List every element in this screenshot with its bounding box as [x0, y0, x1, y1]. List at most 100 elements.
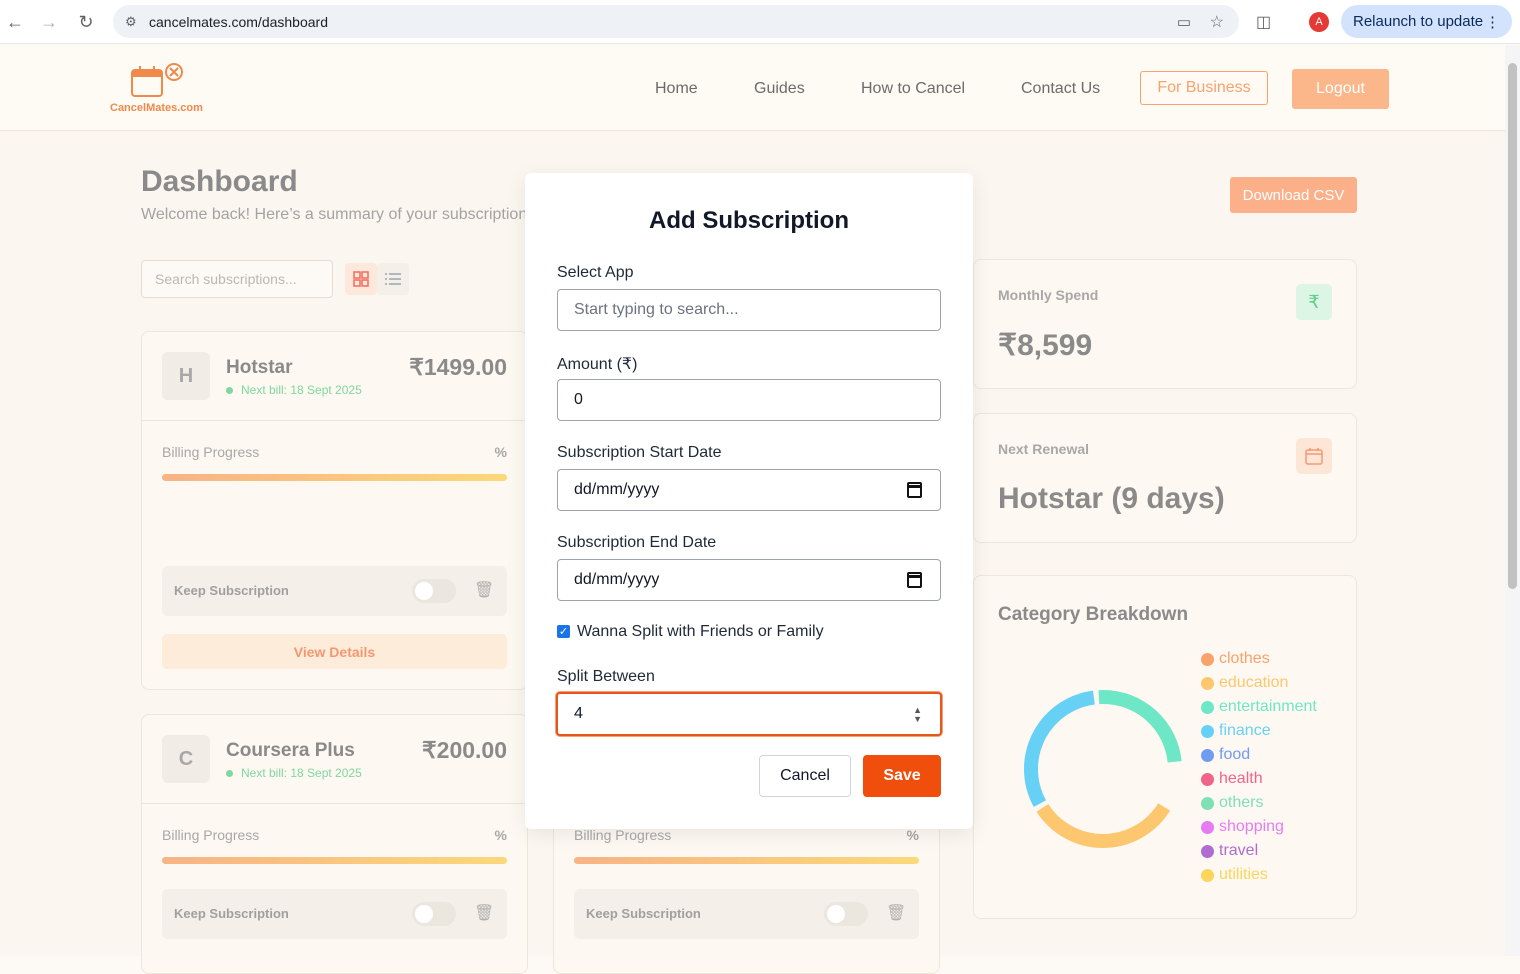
amount-input[interactable]: 0: [557, 379, 941, 421]
billing-progress-bar: [162, 474, 507, 481]
keep-subscription-toggle[interactable]: [824, 902, 868, 926]
bookmark-star-icon[interactable]: ☆: [1210, 12, 1224, 32]
number-spinner-icon[interactable]: ▲ ▼: [913, 706, 922, 724]
legend-label: education: [1219, 674, 1289, 691]
keep-subscription-toggle[interactable]: [412, 579, 456, 603]
back-icon[interactable]: ←: [0, 7, 30, 37]
billing-progress-label: Billing Progress: [162, 827, 260, 843]
nav-contact-us[interactable]: Contact Us: [1021, 80, 1100, 98]
end-date-label: Subscription End Date: [557, 534, 717, 551]
rupee-icon: ₹: [1296, 284, 1332, 320]
legend-item-food[interactable]: food: [1201, 746, 1250, 764]
modal-title: Add Subscription: [649, 207, 849, 234]
divider: [142, 803, 527, 804]
legend-item-shopping[interactable]: shopping: [1201, 818, 1284, 836]
relaunch-label: Relaunch to update: [1353, 13, 1484, 30]
keep-subscription-label: Keep Subscription: [586, 906, 701, 921]
relaunch-button[interactable]: Relaunch to update ⋮: [1341, 5, 1512, 38]
next-bill: Next bill: 18 Sept 2025: [226, 383, 362, 397]
save-button[interactable]: Save: [863, 755, 941, 797]
calendar-picker-icon[interactable]: [907, 572, 922, 588]
legend-label: entertainment: [1219, 698, 1317, 715]
billing-progress-percent: %: [906, 827, 919, 843]
end-date-input[interactable]: dd/mm/yyyy: [557, 559, 941, 601]
select-app-input[interactable]: Start typing to search...: [557, 289, 941, 331]
list-view-icon[interactable]: [377, 263, 409, 295]
install-icon[interactable]: ▭: [1177, 13, 1191, 31]
start-date-input[interactable]: dd/mm/yyyy: [557, 469, 941, 511]
legend-dot: [1201, 868, 1214, 882]
legend-dot: [1201, 748, 1214, 762]
legend-item-entertainment[interactable]: entertainment: [1201, 698, 1317, 716]
nav-how-to-cancel[interactable]: How to Cancel: [861, 80, 965, 98]
forward-icon[interactable]: →: [34, 7, 64, 37]
nav-guides[interactable]: Guides: [754, 80, 805, 98]
subscription-avatar: H: [162, 352, 210, 400]
view-details-button[interactable]: View Details: [162, 634, 507, 669]
legend-item-travel[interactable]: travel: [1201, 842, 1258, 860]
grid-view-icon[interactable]: [345, 263, 377, 295]
page-scrollbar[interactable]: [1505, 45, 1520, 956]
next-renewal-label: Next Renewal: [998, 441, 1090, 457]
logo-text[interactable]: CancelMates.com: [110, 102, 203, 114]
subscription-price: ₹200.00: [422, 737, 507, 763]
legend-label: travel: [1219, 842, 1259, 859]
logout-button[interactable]: Logout: [1292, 69, 1389, 109]
kebab-menu-icon: ⋮: [1485, 13, 1500, 31]
subscription-name: Hotstar: [226, 357, 293, 378]
logo-calendar-icon[interactable]: [130, 62, 188, 100]
legend-dot: [1201, 676, 1214, 690]
select-app-label: Select App: [557, 264, 634, 281]
trash-icon[interactable]: 🗑: [474, 903, 494, 923]
legend-label: shopping: [1219, 818, 1284, 835]
page-title: Dashboard: [141, 165, 298, 198]
extensions-icon[interactable]: ◫: [1256, 12, 1271, 32]
status-dot: [226, 386, 233, 394]
legend-item-health[interactable]: health: [1201, 770, 1263, 788]
category-breakdown-card: Category Breakdown: [973, 575, 1357, 919]
legend-label: finance: [1219, 722, 1271, 739]
subscription-price: ₹1499.00: [409, 354, 507, 380]
legend-label: food: [1219, 746, 1251, 763]
next-renewal-value: Hotstar (9 days): [998, 482, 1225, 515]
category-breakdown-title: Category Breakdown: [998, 604, 1189, 625]
keep-subscription-toggle[interactable]: [412, 902, 456, 926]
split-checkbox[interactable]: ✓: [557, 625, 570, 638]
scroll-thumb[interactable]: [1508, 63, 1517, 589]
end-date-value: dd/mm/yyyy: [574, 571, 660, 588]
legend-item-education[interactable]: education: [1201, 674, 1288, 692]
trash-icon[interactable]: 🗑: [886, 903, 906, 923]
legend-dot: [1201, 772, 1214, 786]
split-between-value: 4: [574, 705, 583, 722]
start-date-label: Subscription Start Date: [557, 444, 722, 461]
split-checkbox-label[interactable]: Wanna Split with Friends or Family: [577, 623, 824, 641]
next-bill-text: Next bill: 18 Sept 2025: [241, 766, 362, 780]
legend-item-clothes[interactable]: clothes: [1201, 650, 1270, 668]
legend-item-utilities[interactable]: utilities: [1201, 866, 1268, 884]
cancel-button[interactable]: Cancel: [759, 755, 851, 797]
profile-avatar[interactable]: A: [1309, 12, 1329, 32]
legend-dot: [1201, 700, 1214, 714]
reload-icon[interactable]: ↻: [71, 7, 101, 37]
download-csv-button[interactable]: Download CSV: [1230, 177, 1357, 213]
calendar-picker-icon[interactable]: [907, 482, 922, 498]
trash-icon[interactable]: 🗑: [474, 580, 494, 600]
legend-item-finance[interactable]: finance: [1201, 722, 1271, 740]
billing-progress-bar: [162, 857, 507, 864]
address-bar[interactable]: ⚙ cancelmates.com/dashboard ▭ ☆: [113, 5, 1239, 38]
billing-progress-percent: %: [494, 827, 507, 843]
nav-home[interactable]: Home: [655, 80, 698, 98]
calendar-icon: [1296, 438, 1332, 474]
search-subscriptions-input[interactable]: Search subscriptions...: [141, 260, 333, 298]
legend-dot: [1201, 820, 1214, 834]
split-between-label: Split Between: [557, 668, 655, 685]
site-settings-icon[interactable]: ⚙: [125, 14, 137, 30]
split-between-input[interactable]: 4 ▲ ▼: [556, 692, 942, 736]
for-business-button[interactable]: For Business: [1140, 71, 1268, 105]
legend-item-others[interactable]: others: [1201, 794, 1263, 812]
category-donut-chart: [1024, 690, 1182, 848]
monthly-spend-card: Monthly Spend ₹8,599 ₹: [973, 259, 1357, 389]
url-text: cancelmates.com/dashboard: [149, 13, 328, 30]
keep-subscription-label: Keep Subscription: [174, 906, 289, 921]
divider: [142, 420, 527, 421]
